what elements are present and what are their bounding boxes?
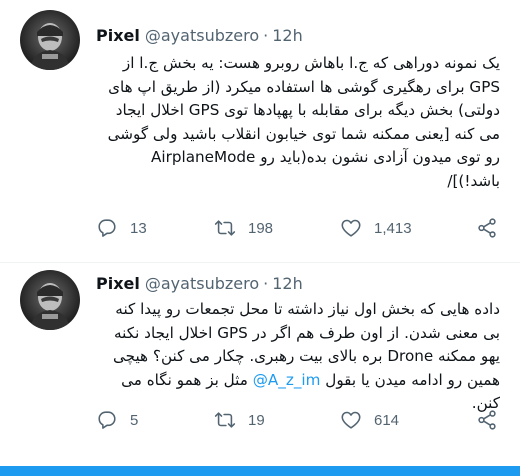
avatar[interactable] [20,10,80,70]
tweet-actions: 5 19 614 [96,408,500,432]
retweet-count: 19 [248,411,265,429]
reply-icon [98,219,116,237]
user-handle[interactable]: @ayatsubzero [145,274,259,293]
like-button[interactable]: 1,413 [340,216,412,240]
retweet-icon [214,412,236,428]
timestamp[interactable]: 12h [272,274,303,293]
avatar[interactable] [20,270,80,330]
tweet[interactable]: Pixel @ayatsubzero · 12h یک نمونه دوراهی… [0,0,520,262]
retweet-button[interactable]: 19 [214,408,265,432]
retweet-button[interactable]: 198 [214,216,273,240]
avatar-image [20,10,80,70]
tweet[interactable]: Pixel @ayatsubzero · 12h داده هایی که بخ… [0,262,520,466]
timestamp[interactable]: 12h [272,26,303,45]
retweet-icon [214,220,236,236]
share-icon [478,218,496,238]
avatar-image [20,270,80,330]
tweet-text: داده هایی که بخش اول نیاز داشته تا محل ت… [96,298,500,416]
share-button[interactable] [476,216,498,240]
reply-icon [98,411,116,429]
retweet-count: 198 [248,219,274,237]
reply-button[interactable]: 5 [96,408,138,432]
like-icon [341,411,361,429]
separator-dot: · [263,273,269,293]
tweet-actions: 13 198 1,413 [96,216,500,240]
tweet-header: Pixel @ayatsubzero · 12h [96,272,303,294]
like-icon [341,219,361,237]
mention-link[interactable]: @A_z_im [253,371,321,389]
like-button[interactable]: 614 [340,408,399,432]
reply-count: 13 [130,219,147,237]
reply-count: 5 [130,411,139,429]
tweet-header: Pixel @ayatsubzero · 12h [96,24,303,46]
like-count: 1,413 [374,219,412,237]
tweet-text: یک نمونه دوراهی که ج.ا باهاش روبرو هست: … [107,54,500,190]
share-icon [478,410,496,430]
display-name[interactable]: Pixel [96,274,140,293]
display-name[interactable]: Pixel [96,26,140,45]
share-button[interactable] [476,408,498,432]
reply-button[interactable]: 13 [96,216,147,240]
like-count: 614 [374,411,400,429]
separator-dot: · [263,25,269,45]
accent-bar [0,466,520,476]
user-handle[interactable]: @ayatsubzero [145,26,259,45]
